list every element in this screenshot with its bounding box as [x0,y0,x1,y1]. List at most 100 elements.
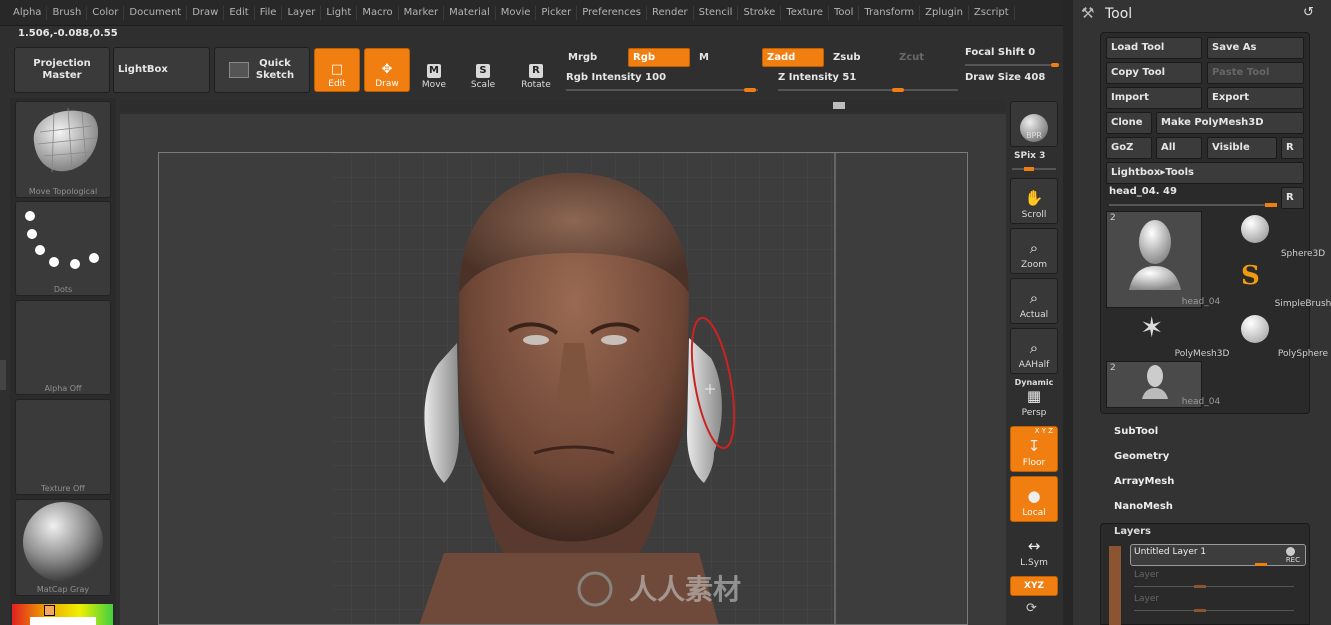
spix-knob[interactable] [1024,167,1034,171]
menu-item-alpha[interactable]: Alpha [8,5,48,20]
tool-tile-polysphere[interactable]: PolySphere [1207,311,1328,359]
tool-tile-polymesh3d[interactable]: ✶ PolyMesh3D [1106,311,1229,359]
tool-slider[interactable] [1109,203,1277,207]
save-as-button[interactable]: Save As [1207,37,1304,59]
color-picker-cursor[interactable] [44,605,55,616]
panel-divider[interactable] [1063,0,1073,625]
layer-slot-1-slider[interactable] [1134,585,1294,588]
sculpt-viewport[interactable]: 人人素材 [159,153,968,625]
tool-tile-head04-sub[interactable]: 2 head_04 [1106,361,1220,408]
actual-button[interactable]: ⌕ Actual [1010,278,1058,324]
canvas-scroll-thumb[interactable] [833,102,845,109]
menu-item-draw[interactable]: Draw [187,5,225,20]
brush-thumbnail[interactable]: Move Topological [15,101,111,198]
layer-slot-2-slider[interactable] [1134,609,1294,612]
menu-item-transform[interactable]: Transform [859,5,921,20]
geometry-section[interactable]: Geometry [1114,451,1169,462]
aahalf-button[interactable]: ⌕ AAHalf [1010,328,1058,374]
goz-visible-button[interactable]: Visible [1207,137,1277,159]
menu-item-stroke[interactable]: Stroke [738,5,782,20]
rgb-button[interactable]: Rgb [628,48,690,67]
menu-item-tool[interactable]: Tool [829,5,860,20]
goz-button[interactable]: GoZ [1106,137,1152,159]
stroke-thumbnail[interactable]: Dots [15,201,111,296]
lightbox-button[interactable]: LightBox [113,47,210,93]
color-picker[interactable] [12,604,113,625]
goz-all-button[interactable]: All [1156,137,1202,159]
layer-row-active[interactable]: Untitled Layer 1 REC [1130,544,1306,566]
menu-item-edit[interactable]: Edit [224,5,255,20]
move-mode-button[interactable]: M Move [413,52,455,92]
layers-title[interactable]: Layers [1114,526,1151,537]
subtool-section[interactable]: SubTool [1114,426,1158,437]
m-button[interactable]: M [694,48,758,67]
edit-mode-button[interactable]: □ Edit [314,48,360,92]
menu-item-picker[interactable]: Picker [536,5,578,20]
bpr-button[interactable]: BPR [1010,101,1058,147]
quick-sketch-button[interactable]: Quick Sketch [214,47,310,93]
document-canvas[interactable]: 人人素材 [158,152,968,625]
lsym-button[interactable]: ↔ L.Sym [1010,526,1058,572]
menu-item-marker[interactable]: Marker [399,5,445,20]
menu-item-document[interactable]: Document [124,5,188,20]
tool-slider-knob[interactable] [1265,203,1277,207]
layer-strength-knob[interactable] [1255,563,1267,566]
local-button[interactable]: ● Local [1010,476,1058,522]
zadd-button[interactable]: Zadd [762,48,824,67]
xyz-button[interactable]: XYZ [1010,576,1058,596]
paste-tool-button[interactable]: Paste Tool [1207,62,1304,84]
nanomesh-section[interactable]: NanoMesh [1114,501,1173,512]
menu-item-macro[interactable]: Macro [357,5,399,20]
make-polymesh-button[interactable]: Make PolyMesh3D [1156,112,1304,134]
layers-scrollbar[interactable] [1109,546,1121,625]
scale-mode-button[interactable]: S Scale [462,52,504,92]
layer-slot-1[interactable]: Layer [1134,570,1159,580]
menu-item-file[interactable]: File [255,5,283,20]
floor-button[interactable]: X Y Z ↧ Floor [1010,426,1058,472]
mrgb-button[interactable]: Mrgb [563,48,625,67]
material-thumbnail[interactable]: MatCap Gray [15,499,111,596]
menu-item-stencil[interactable]: Stencil [694,5,739,20]
zcut-button[interactable]: Zcut [894,48,956,67]
texture-thumbnail[interactable]: Texture Off [15,399,111,495]
tool-tile-simplebrush[interactable]: S SimpleBrush [1207,261,1331,309]
menu-item-brush[interactable]: Brush [47,5,88,20]
menu-item-render[interactable]: Render [647,5,694,20]
copy-tool-button[interactable]: Copy Tool [1106,62,1202,84]
arraymesh-section[interactable]: ArrayMesh [1114,476,1174,487]
rgb-intensity-slider[interactable] [566,88,758,92]
menu-item-zplugin[interactable]: Zplugin [920,5,969,20]
zsub-button[interactable]: Zsub [828,48,890,67]
focal-shift-knob[interactable] [1051,63,1059,67]
menu-item-light[interactable]: Light [321,5,358,20]
rotate-mode-button[interactable]: R Rotate [515,52,557,92]
canvas-scrollbar[interactable] [120,100,1006,112]
record-icon[interactable] [1286,547,1295,556]
goz-r-button[interactable]: R [1281,137,1304,159]
persp-button[interactable]: Dynamic ▦ Persp [1010,376,1058,422]
rgb-intensity-knob[interactable] [744,88,756,92]
spix-slider[interactable] [1012,167,1056,171]
export-button[interactable]: Export [1207,87,1304,109]
focal-shift-slider[interactable] [965,63,1059,67]
tool-r-button[interactable]: R [1281,187,1304,209]
menu-item-zscript[interactable]: Zscript [969,5,1015,20]
reset-icon[interactable]: ↺ [1303,5,1314,20]
menu-item-movie[interactable]: Movie [496,5,537,20]
draw-mode-button[interactable]: ✥ Draw [364,48,410,92]
lightbox-tools-button[interactable]: Lightbox▸Tools [1106,162,1304,184]
projection-master-button[interactable]: Projection Master [14,47,110,93]
z-intensity-knob[interactable] [892,88,904,92]
import-button[interactable]: Import [1106,87,1202,109]
menu-item-preferences[interactable]: Preferences [577,5,648,20]
menu-item-color[interactable]: Color [87,5,125,20]
zoom-button[interactable]: ⌕ Zoom [1010,228,1058,274]
z-intensity-slider[interactable] [778,88,958,92]
menu-item-layer[interactable]: Layer [282,5,322,20]
layer-slot-2[interactable]: Layer [1134,594,1159,604]
menu-item-texture[interactable]: Texture [781,5,829,20]
alpha-thumbnail[interactable]: Alpha Off [15,300,111,395]
scroll-button[interactable]: ✋ Scroll [1010,178,1058,224]
left-collapse-handle[interactable] [0,360,6,390]
tool-tile-head04[interactable]: 2 head_04 [1106,211,1220,308]
